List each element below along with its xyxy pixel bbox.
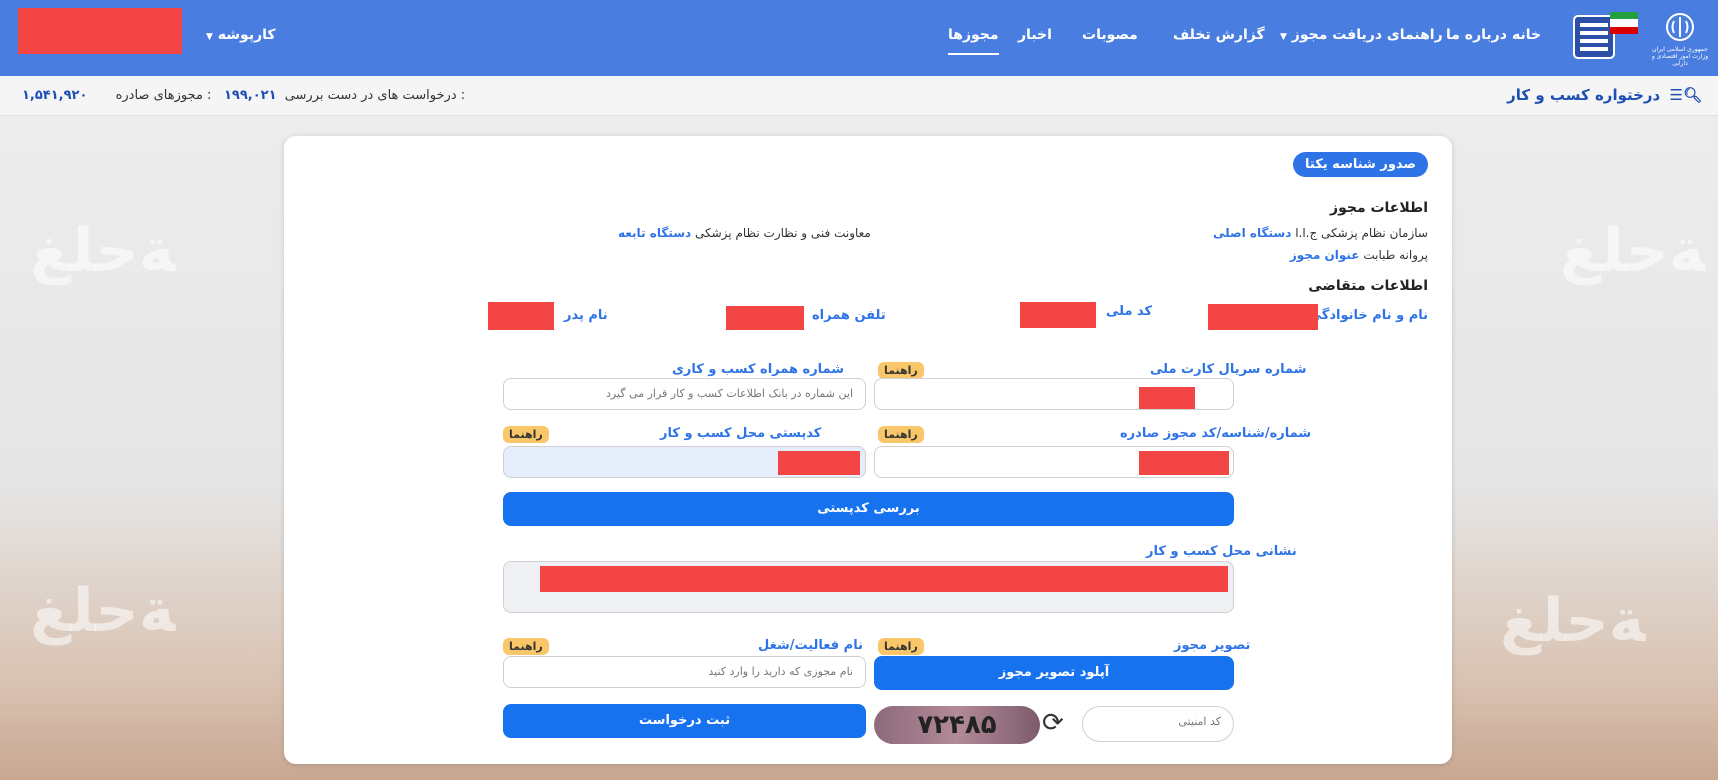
stats-bar: ۱,۵۴۱,۹۲۰ مجوزهای صادره : ۱۹۹,۰۲۱ درخواس… xyxy=(0,76,1718,116)
redacted-mobile xyxy=(726,306,804,330)
chevron-down-icon: ▼ xyxy=(206,32,213,42)
captcha-image: ۷۲۴۸۵ xyxy=(874,706,1040,744)
redacted-license-value xyxy=(1139,451,1229,475)
help-badge-postal[interactable]: راهنما xyxy=(878,426,924,443)
help-badge-activity[interactable]: راهنما xyxy=(878,638,924,655)
issued-stat: ۱,۵۴۱,۹۲۰ مجوزهای صادره : xyxy=(22,88,211,103)
help-badge-biz-mobile[interactable]: راهنما xyxy=(878,362,924,379)
license-title-key: عنوان مجوز xyxy=(1289,248,1360,262)
nav-guide-label: راهنمای دریافت مجوز xyxy=(1291,27,1443,43)
address-textarea[interactable] xyxy=(503,561,1234,613)
background-watermark: ﺔﺣﻠﻎ xyxy=(1560,216,1706,286)
applicant-heading: اطلاعات متقاضی xyxy=(1308,278,1428,294)
refresh-captcha-icon[interactable]: ⟳ xyxy=(1042,708,1064,738)
redacted-national-code xyxy=(1020,302,1096,328)
nav-item-home[interactable]: خانه xyxy=(1512,27,1541,43)
address-label: نشانی محل کسب و کار xyxy=(1146,544,1297,559)
license-image-label: تصویر مجوز xyxy=(1174,638,1251,653)
activity-label: نام فعالیت/شغل xyxy=(758,638,863,653)
upload-license-button[interactable]: آپلود تصویر مجوز xyxy=(874,656,1234,690)
license-title-value: پروانه طبابت xyxy=(1363,248,1428,262)
nav-item-licenses[interactable]: مجوزها xyxy=(948,27,999,55)
submit-request-button[interactable]: ثبت درخواست xyxy=(503,704,866,738)
background-watermark: ﺔﺣﻠﻎ xyxy=(30,576,176,646)
id-card-serial-input[interactable] xyxy=(874,378,1234,410)
mobile-label: تلفن همراه xyxy=(812,308,886,323)
nav-item-news[interactable]: اخبار xyxy=(1018,27,1052,43)
in-review-value: ۱۹۹,۰۲۱ xyxy=(224,88,277,103)
activity-input[interactable]: نام مجوزی که دارید را وارد کنید xyxy=(503,656,866,688)
nav-item-guide[interactable]: ▼ راهنمای دریافت مجوز xyxy=(1277,27,1443,43)
background-watermark: ﺔﺣﻠﻎ xyxy=(1500,586,1646,656)
issued-label: مجوزهای صادره : xyxy=(115,88,212,103)
business-tree-link[interactable]: درختواره کسب و کار ☰🔍︎ xyxy=(1507,86,1702,104)
sub-org-key: دستگاه تابعه xyxy=(618,226,692,240)
sub-org-row: معاونت فنی و نظارت نظام پزشکی دستگاه تاب… xyxy=(612,226,871,240)
redacted-user-box xyxy=(18,8,182,54)
national-code-label: کد ملی xyxy=(1106,304,1153,319)
business-tree-label: درختواره کسب و کار xyxy=(1507,86,1661,104)
nav-item-report[interactable]: گزارش تخلف xyxy=(1173,27,1265,43)
postal-code-input[interactable] xyxy=(503,446,866,478)
ministry-logo-text: جمهوری اسلامی ایران وزارت امور اقتصادی و… xyxy=(1651,46,1709,67)
help-badge-postal-2[interactable]: راهنما xyxy=(503,426,549,443)
iran-emblem-icon xyxy=(1666,13,1694,41)
full-name-label: نام و نام خانوادگی xyxy=(1308,308,1428,323)
background-watermark: ﺔﺣﻠﻎ xyxy=(30,216,176,286)
in-review-label: درخواست های در دست بررسی : xyxy=(284,88,466,103)
nav-item-about[interactable]: درباره ما xyxy=(1446,27,1507,43)
check-postal-button[interactable]: بررسی کدپستی xyxy=(503,492,1234,526)
redacted-postal-value xyxy=(778,451,860,475)
redacted-full-name xyxy=(1208,304,1318,330)
desk-dropdown[interactable]: ▼ کارپوشه xyxy=(203,27,276,43)
captcha-input[interactable]: کد امنیتی xyxy=(1082,706,1234,742)
request-card: صدور شناسه یکتا اطلاعات مجوز سازمان نظام… xyxy=(284,136,1452,764)
page-title-pill: صدور شناسه یکتا xyxy=(1293,152,1428,177)
license-info-heading: اطلاعات مجوز xyxy=(1330,200,1428,216)
chevron-down-icon: ▼ xyxy=(1280,32,1287,42)
biz-mobile-input[interactable]: این شماره در بانک اطلاعات کسب و کار قرار… xyxy=(503,378,866,410)
in-review-stat: ۱۹۹,۰۲۱ درخواست های در دست بررسی : xyxy=(224,88,465,103)
desk-label: کارپوشه xyxy=(217,27,276,43)
sub-org-value: معاونت فنی و نظارت نظام پزشکی xyxy=(695,226,871,240)
iran-flag-icon xyxy=(1610,12,1638,38)
issued-license-input[interactable] xyxy=(874,446,1234,478)
search-list-icon: ☰🔍︎ xyxy=(1669,86,1703,104)
iran-emblem-logo: جمهوری اسلامی ایران وزارت امور اقتصادی و… xyxy=(1650,12,1710,67)
main-org-row: سازمان نظام پزشکی ج.ا.ا دستگاه اصلی xyxy=(1207,226,1428,240)
nav-item-resolutions[interactable]: مصوبات xyxy=(1082,27,1138,43)
biz-mobile-label: شماره همراه کسب و کاری xyxy=(672,362,845,377)
issued-value: ۱,۵۴۱,۹۲۰ xyxy=(22,88,88,103)
main-org-value: سازمان نظام پزشکی ج.ا.ا xyxy=(1295,226,1428,240)
redacted-father-name xyxy=(488,302,554,330)
help-badge-activity-2[interactable]: راهنما xyxy=(503,638,549,655)
redacted-serial-value xyxy=(1139,387,1195,409)
issued-license-label: شماره/شناسه/کد مجوز صادره xyxy=(1120,426,1312,441)
father-name-label: نام پدر xyxy=(564,308,608,323)
postal-code-label: کدپستی محل کسب و کار xyxy=(660,426,822,441)
id-card-serial-label: شماره سریال کارت ملی xyxy=(1150,362,1307,377)
top-navbar: ▼ کارپوشه مجوزها اخبار مصوبات گزارش تخلف… xyxy=(0,0,1718,76)
redacted-address xyxy=(540,566,1228,592)
license-title-row: پروانه طبابت عنوان مجوز xyxy=(1284,248,1428,262)
main-org-key: دستگاه اصلی xyxy=(1213,226,1292,240)
